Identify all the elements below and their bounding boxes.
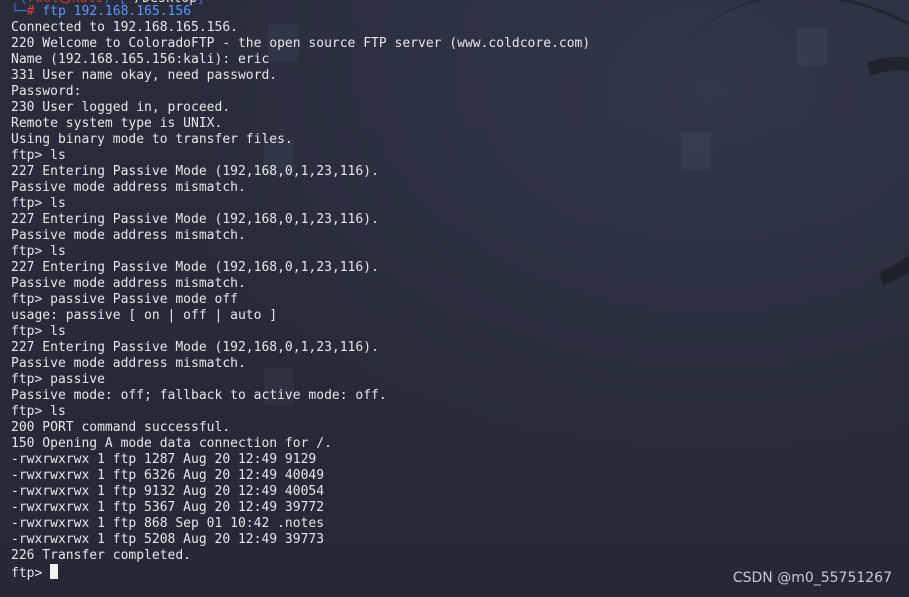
terminal-line: Passive mode: off; fallback to active mo… <box>11 388 387 403</box>
terminal-line: -rwxrwxrwx 1 ftp 1287 Aug 20 12:49 9129 <box>11 452 317 467</box>
root-hash-symbol: # <box>26 4 35 19</box>
terminal-line: 227 Entering Passive Mode (192,168,0,1,2… <box>11 212 379 227</box>
terminal-line: 150 Opening A mode data connection for /… <box>11 436 332 451</box>
terminal-output: Connected to 192.168.165.156. 220 Welcome… <box>11 20 591 581</box>
terminal-line: ftp> passive Passive mode off <box>11 292 238 307</box>
terminal-line: ftp> ls <box>11 244 66 259</box>
terminal-line: 227 Entering Passive Mode (192,168,0,1,2… <box>11 340 379 355</box>
terminal-line: usage: passive [ on | off | auto ] <box>11 308 278 323</box>
terminal-line: ftp> ls <box>11 324 66 339</box>
terminal-line: 220 Welcome to ColoradoFTP - the open so… <box>11 36 591 51</box>
terminal-line: Passive mode address mismatch. <box>11 276 246 291</box>
terminal-line: Passive mode address mismatch. <box>11 228 246 243</box>
terminal-line: -rwxrwxrwx 1 ftp 868 Sep 01 10:42 .notes <box>11 516 325 531</box>
prompt-corner: └─ <box>11 4 27 19</box>
terminal-line: ftp> passive <box>11 372 105 387</box>
background-swoosh <box>641 0 909 279</box>
terminal-line: -rwxrwxrwx 1 ftp 9132 Aug 20 12:49 40054 <box>11 484 325 499</box>
terminal-line: ftp> ls <box>11 148 66 163</box>
terminal-line: 226 Transfer completed. <box>11 548 192 563</box>
terminal-line: 200 PORT command successful. <box>11 420 231 435</box>
background-swoosh-arc <box>731 19 909 329</box>
terminal-line: 230 User logged in, proceed. <box>11 100 231 115</box>
terminal-line: Connected to 192.168.165.156. <box>11 20 238 35</box>
terminal-line: 227 Entering Passive Mode (192,168,0,1,2… <box>11 260 379 275</box>
terminal-line: ftp> ls <box>11 404 66 419</box>
desktop-text-file-icon <box>681 132 711 170</box>
terminal-line: Password: <box>11 84 82 99</box>
terminal-line: Using binary mode to transfer files. <box>11 132 293 147</box>
terminal-line: -rwxrwxrwx 1 ftp 5367 Aug 20 12:49 39772 <box>11 500 325 515</box>
terminal-line: 227 Entering Passive Mode (192,168,0,1,2… <box>11 164 379 179</box>
ftp-prompt: ftp> <box>11 566 51 581</box>
terminal-line: -rwxrwxrwx 1 ftp 6326 Aug 20 12:49 40049 <box>11 468 325 483</box>
text-cursor[interactable] <box>50 564 59 579</box>
current-prompt-line[interactable]: ftp> <box>11 564 590 581</box>
desktop-locked-file-icon <box>797 28 827 66</box>
terminal-window[interactable]: └─(root㉿kali)-[~/Desktop] └─# ftp 192.16… <box>0 0 909 597</box>
ftp-command: ftp 192.168.165.156 <box>42 4 192 19</box>
terminal-line: ftp> ls <box>11 196 66 211</box>
terminal-line: Remote system type is UNIX. <box>11 116 223 131</box>
csdn-watermark: CSDN @m0_55751267 <box>732 570 892 586</box>
terminal-line: 331 User name okay, need password. <box>11 68 278 83</box>
terminal-line: Passive mode address mismatch. <box>11 356 246 371</box>
terminal-line: Passive mode address mismatch. <box>11 180 246 195</box>
shell-prompt: └─# ftp 192.168.165.156 <box>11 4 191 20</box>
terminal-line: Name (192.168.165.156:kali): eric <box>11 52 270 67</box>
terminal-line: -rwxrwxrwx 1 ftp 5208 Aug 20 12:49 39773 <box>11 532 325 547</box>
